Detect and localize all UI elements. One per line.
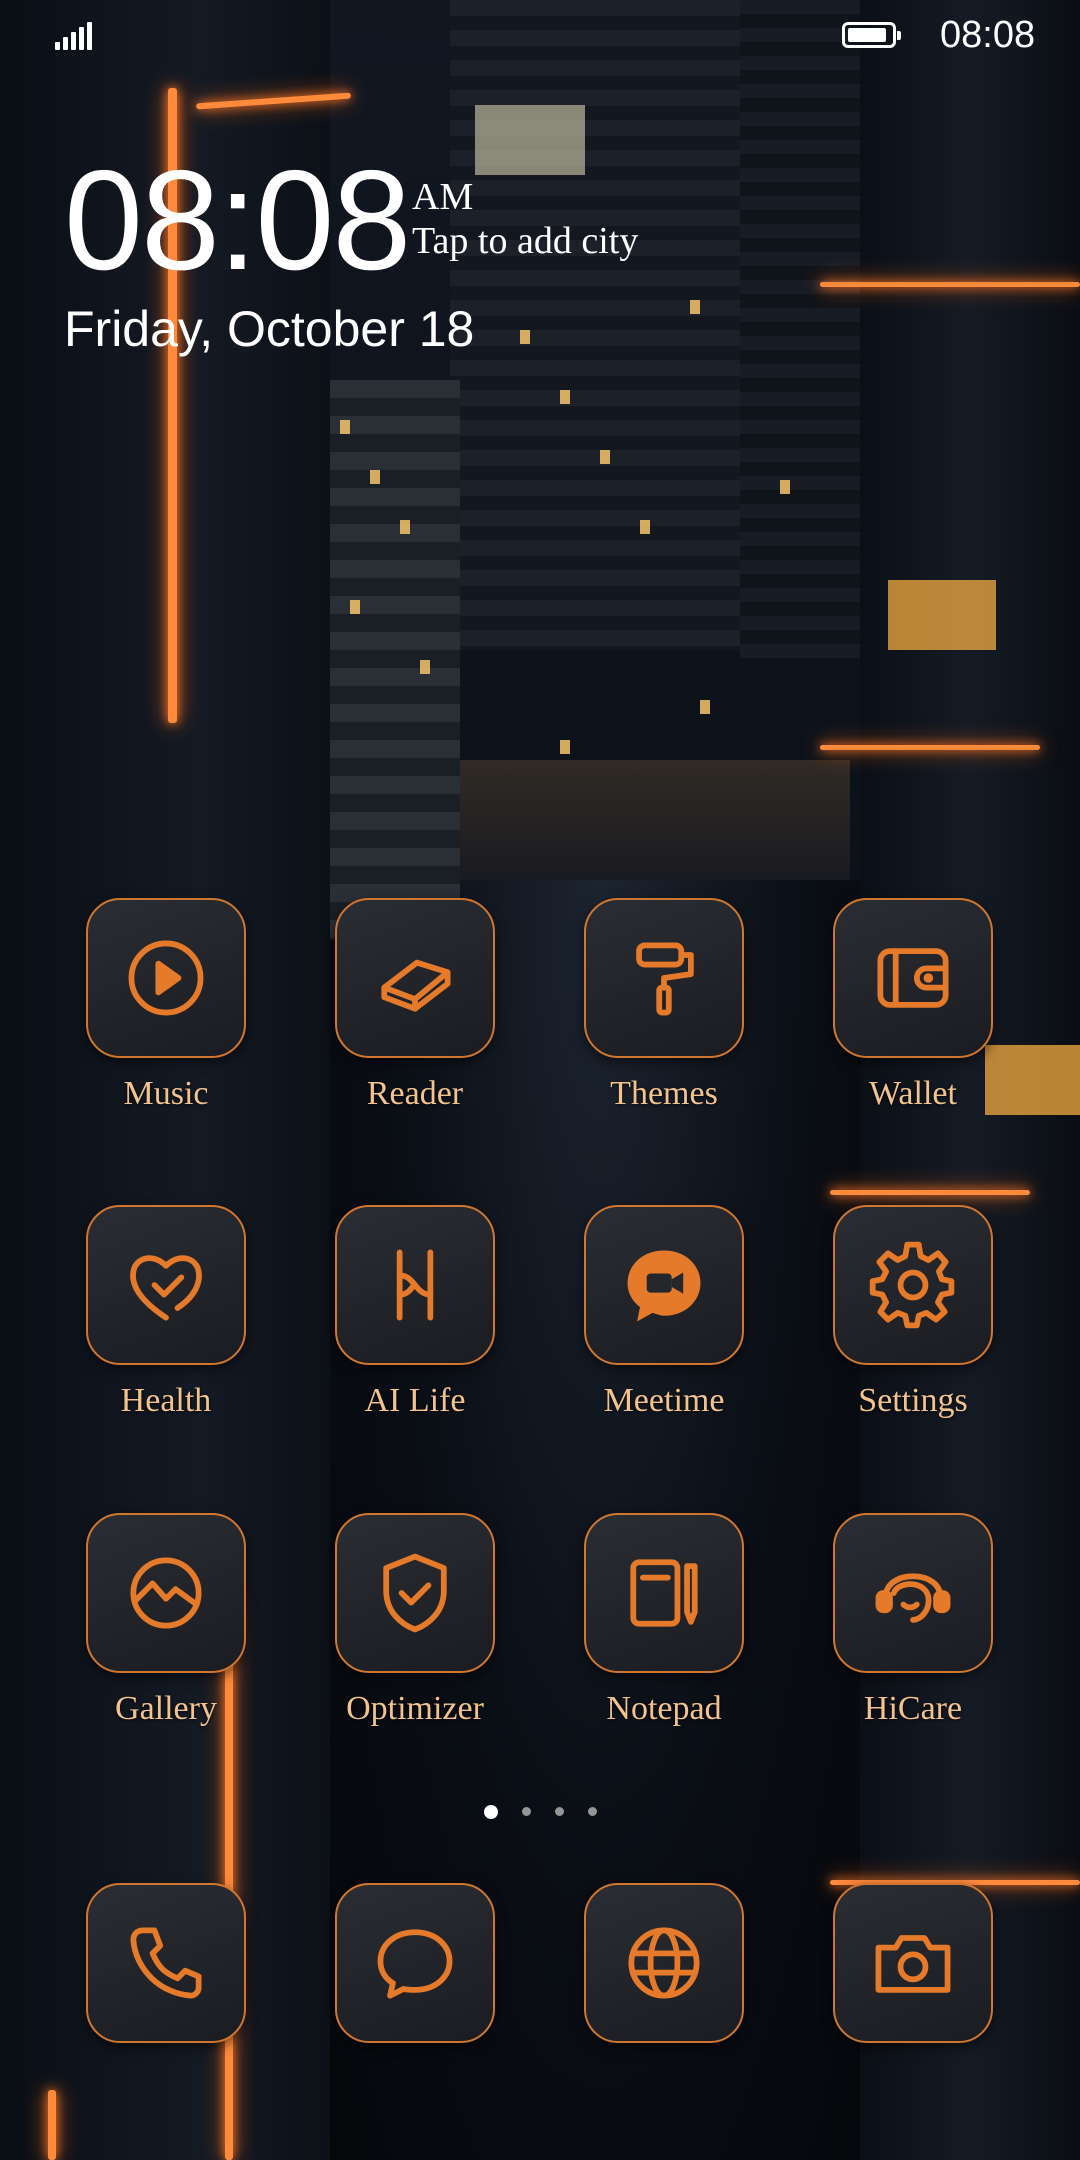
app-reader[interactable]: Reader <box>291 898 539 1114</box>
ai-life-icon <box>396 1249 434 1321</box>
app-hicare[interactable]: HiCare <box>789 1513 1037 1729</box>
settings-tile[interactable] <box>833 1205 993 1365</box>
camera-icon <box>875 1935 951 1993</box>
meetime-tile[interactable] <box>584 1205 744 1365</box>
gallery-tile[interactable] <box>86 1513 246 1673</box>
dock-browser[interactable] <box>540 1883 788 2043</box>
app-notepad[interactable]: Notepad <box>540 1513 788 1729</box>
app-label: Wallet <box>869 1075 957 1112</box>
app-optimizer[interactable]: Optimizer <box>291 1513 539 1729</box>
app-music[interactable]: Music <box>42 898 290 1114</box>
dock-camera[interactable] <box>789 1883 1037 2043</box>
app-wallet[interactable]: Wallet <box>789 898 1037 1114</box>
browser-icon <box>628 1927 700 1999</box>
browser-tile[interactable] <box>584 1883 744 2043</box>
app-label: Music <box>123 1075 209 1112</box>
status-bar: 08:08 <box>0 0 1080 70</box>
messages-tile[interactable] <box>335 1883 495 2043</box>
clock-date: Friday, October 18 <box>64 301 475 357</box>
phone-tile[interactable] <box>86 1883 246 2043</box>
app-settings[interactable]: Settings <box>789 1205 1037 1421</box>
page-dot[interactable] <box>555 1807 564 1816</box>
battery-icon <box>842 22 901 48</box>
app-label: AI Life <box>364 1382 466 1419</box>
app-label: Settings <box>858 1382 968 1419</box>
app-gallery[interactable]: Gallery <box>42 1513 290 1729</box>
themes-tile[interactable] <box>584 898 744 1058</box>
notepad-icon <box>630 1559 698 1627</box>
app-label: Notepad <box>606 1690 722 1727</box>
shield-check-icon <box>383 1553 447 1633</box>
page-dot-active[interactable] <box>484 1805 498 1819</box>
app-label: Meetime <box>603 1382 725 1419</box>
heart-check-icon <box>130 1255 202 1321</box>
signal-icon <box>55 22 95 50</box>
app-meetime[interactable]: Meetime <box>540 1205 788 1421</box>
app-label: HiCare <box>863 1690 963 1727</box>
page-dot[interactable] <box>522 1807 531 1816</box>
video-chat-icon <box>627 1250 701 1322</box>
wallet-icon <box>877 948 949 1008</box>
health-tile[interactable] <box>86 1205 246 1365</box>
optimizer-tile[interactable] <box>335 1513 495 1673</box>
paint-roller-icon <box>636 942 694 1016</box>
clock-time: 08:08 <box>64 141 411 300</box>
status-time: 08:08 <box>940 14 1036 56</box>
app-ai-life[interactable]: AI Life <box>291 1205 539 1421</box>
message-icon <box>377 1929 453 1999</box>
app-health[interactable]: Health <box>42 1205 290 1421</box>
app-label: Themes <box>610 1075 718 1112</box>
notepad-tile[interactable] <box>584 1513 744 1673</box>
headset-icon <box>875 1573 951 1623</box>
wallet-tile[interactable] <box>833 898 993 1058</box>
gear-icon <box>869 1241 955 1329</box>
app-themes[interactable]: Themes <box>540 898 788 1114</box>
hicare-tile[interactable] <box>833 1513 993 1673</box>
app-label: Reader <box>366 1075 464 1112</box>
app-label: Optimizer <box>346 1690 484 1727</box>
book-icon <box>381 959 451 1012</box>
battery-level <box>848 28 886 42</box>
gallery-icon <box>130 1557 202 1629</box>
clock-ampm: AM <box>412 176 474 218</box>
camera-tile[interactable] <box>833 1883 993 2043</box>
phone-icon <box>130 1927 202 1999</box>
ai-life-tile[interactable] <box>335 1205 495 1365</box>
page-dot[interactable] <box>588 1807 597 1816</box>
reader-tile[interactable] <box>335 898 495 1058</box>
app-label: Health <box>120 1382 212 1419</box>
dock-phone[interactable] <box>42 1883 290 2043</box>
play-circle-icon <box>128 940 204 1016</box>
add-city-link[interactable]: Tap to add city <box>412 222 638 260</box>
music-tile[interactable] <box>86 898 246 1058</box>
dock-messages[interactable] <box>291 1883 539 2043</box>
page-indicator[interactable] <box>484 1805 604 1821</box>
app-label: Gallery <box>115 1690 217 1727</box>
